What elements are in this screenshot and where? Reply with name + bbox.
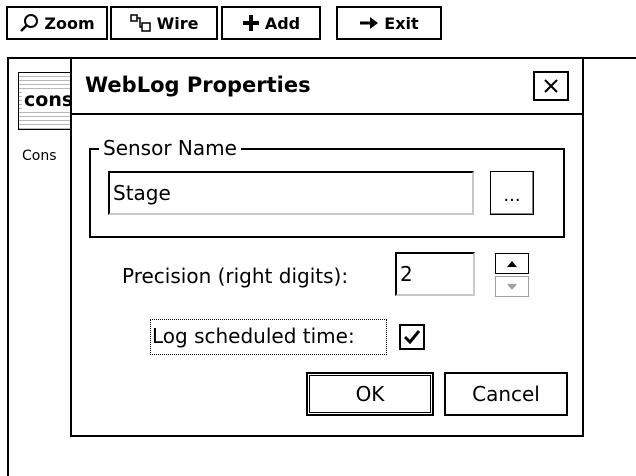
weblog-properties-dialog: WebLog Properties Sensor Name Stage ... … [70, 57, 584, 437]
sensor-name-input[interactable]: Stage [108, 171, 474, 215]
spinner-up-button[interactable] [495, 253, 529, 274]
checkmark-icon [403, 330, 421, 345]
wire-icon [129, 14, 151, 32]
add-button[interactable]: Add [221, 6, 321, 40]
arrow-right-icon [360, 17, 379, 29]
constant-block[interactable]: cons [18, 72, 74, 130]
spinner-down-button[interactable] [495, 276, 529, 297]
log-time-label[interactable]: Log scheduled time: [152, 324, 355, 348]
zoom-label: Zoom [44, 13, 95, 33]
spin-up-icon [507, 260, 517, 267]
precision-input[interactable]: 2 [395, 252, 475, 296]
precision-spinner [495, 253, 529, 297]
sensor-name-group-label: Sensor Name [99, 135, 241, 161]
add-label: Add [264, 13, 301, 33]
constant-block-text: cons [22, 89, 74, 111]
plus-icon [242, 15, 259, 31]
dialog-title: WebLog Properties [85, 73, 311, 97]
spin-down-icon [507, 283, 517, 290]
dialog-titlebar[interactable]: WebLog Properties [72, 59, 582, 115]
constant-block-label: Cons [22, 148, 57, 164]
close-icon [544, 79, 558, 93]
exit-button[interactable]: Exit [336, 6, 442, 40]
wire-button[interactable]: Wire [110, 6, 218, 40]
magnifier-icon [20, 14, 39, 32]
zoom-button[interactable]: Zoom [6, 6, 108, 40]
wire-label: Wire [156, 13, 199, 33]
browse-button[interactable]: ... [490, 171, 534, 215]
cancel-button[interactable]: Cancel [444, 372, 568, 416]
exit-label: Exit [384, 13, 419, 33]
log-time-checkbox[interactable] [399, 324, 425, 350]
ok-button[interactable]: OK [306, 372, 434, 416]
precision-label: Precision (right digits): [122, 264, 349, 288]
canvas-left-border [7, 57, 9, 476]
close-button[interactable] [533, 71, 569, 101]
